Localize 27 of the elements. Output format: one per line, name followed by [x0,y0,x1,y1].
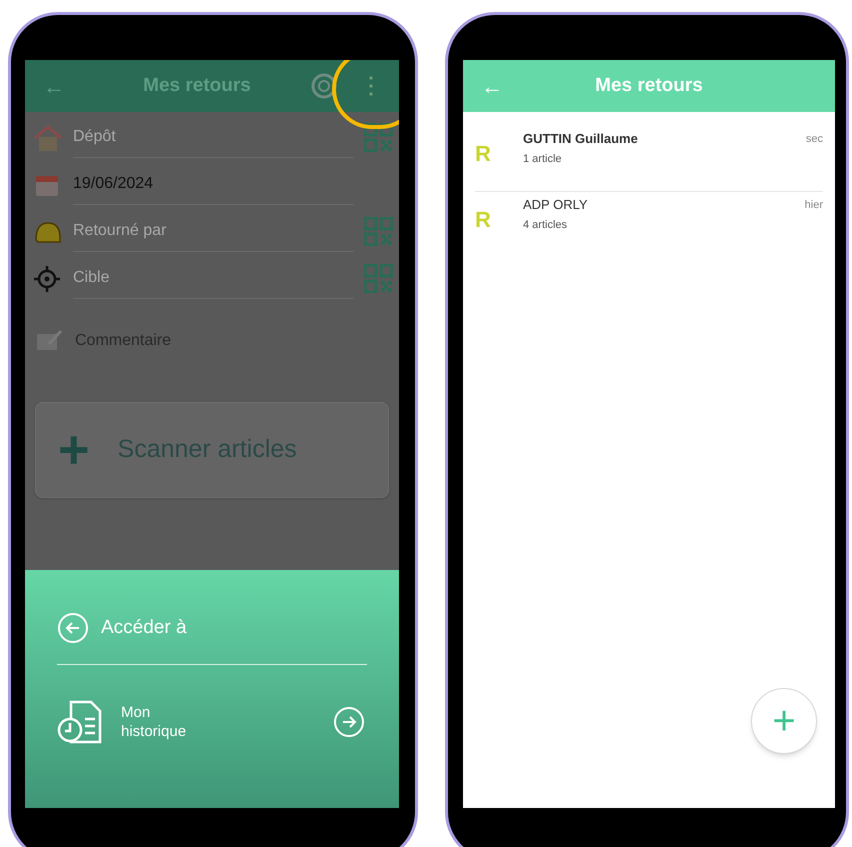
input-field[interactable]: 19/06/2024 [73,164,354,204]
back-circle-icon [57,612,89,644]
target-icon [33,264,63,292]
article-count: 1 article [523,152,563,166]
add-button[interactable]: + [751,688,817,754]
forward-circle-icon [333,706,365,738]
back-button[interactable]: ← [43,70,73,102]
return-list-item[interactable]: R ADP ORLY 4 articles hier [475,192,823,258]
initial-letter: R [475,206,492,234]
input-field[interactable]: Dépôt [73,118,354,158]
history-menu-item[interactable]: Mon historique [57,699,367,745]
sheet-title: Accéder à [101,616,187,640]
time-label: hier [804,198,823,213]
input-field[interactable]: Retourné par [73,212,354,252]
return-name: GUTTIN Guillaume [523,130,639,148]
article-count: 4 articles [523,218,568,232]
return-name: ADP ORLY [523,196,589,214]
more-icon [369,76,373,96]
back-button[interactable]: ← [481,70,511,102]
screen-title: Mes retours [594,74,704,98]
scan-articles-button[interactable]: + Scanner articles [35,402,389,498]
house-icon [33,124,63,152]
time-label: sec [806,132,823,147]
input-field[interactable]: Cible [73,258,354,298]
return-list-item[interactable]: R GUTTIN Guillaume 1 article sec [475,126,823,192]
initial-letter: R [475,140,492,168]
document-clock-icon [57,699,103,745]
